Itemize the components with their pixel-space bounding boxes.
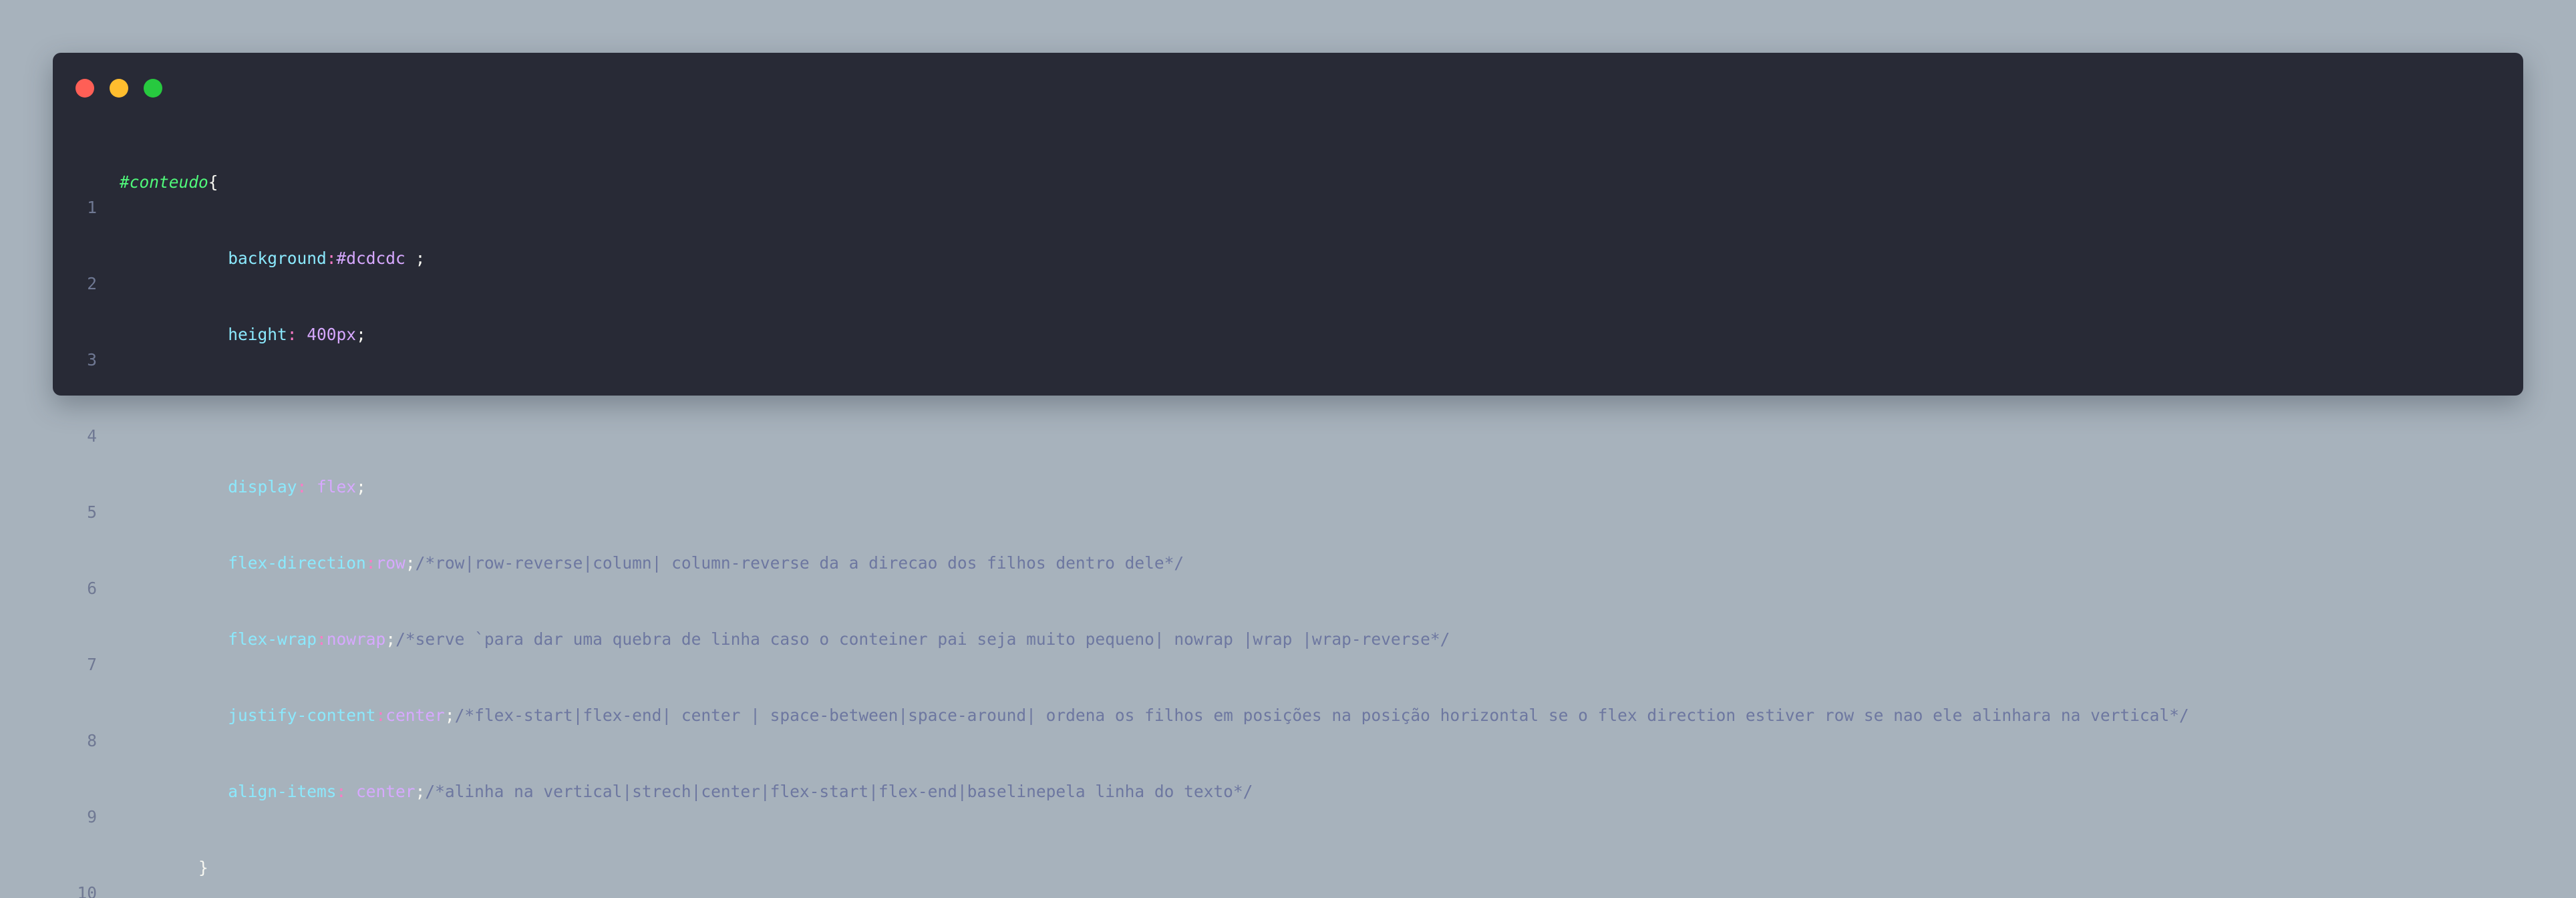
code-editor: 1 #conteudo{ 2 background:#dcdcdc ; 3 he… [53,119,2523,898]
close-brace: } [198,858,208,877]
css-value: 400px [297,325,357,344]
line-number: 5 [87,502,97,522]
colon: : [375,706,386,725]
code-comment: /*flex-start|flex-end| center | space-be… [454,706,2189,725]
code-comment: /*alinha na vertical|strech|center|flex-… [425,782,1253,801]
css-property: flex-wrap [228,629,317,649]
code-comment: /*row|row-reverse|column| column-reverse… [415,553,1184,573]
line-number: 7 [87,655,97,674]
line-number: 10 [77,883,97,898]
css-value: center [346,782,416,801]
line-number: 2 [87,274,97,293]
line-number: 9 [87,807,97,827]
css-value: row [375,553,406,573]
line-content: background:#dcdcdc ; [120,246,425,271]
css-selector: #conteudo [120,172,208,192]
line-number: 8 [87,731,97,750]
css-value: #dcdcdc [336,249,406,268]
line-content: flex-wrap:nowrap;/*serve `para dar uma q… [120,627,1450,652]
css-value: nowrap [326,629,386,649]
css-property: background [228,249,327,268]
code-line: 9 align-items: center;/*alinha na vertic… [53,779,2523,827]
minimize-window-icon[interactable] [110,79,128,98]
code-line: 6 flex-direction:row;/*row|row-reverse|c… [53,551,2523,598]
close-window-icon[interactable] [75,79,94,98]
code-window: 1 #conteudo{ 2 background:#dcdcdc ; 3 he… [53,53,2523,898]
semicolon: ; [415,782,426,801]
colon: : [297,477,307,496]
line-number: 3 [87,350,97,369]
css-property: justify-content [228,706,376,725]
css-property: display [228,477,297,496]
maximize-window-icon[interactable] [144,79,162,98]
code-line: 7 flex-wrap:nowrap;/*serve `para dar uma… [53,627,2523,674]
css-property: height [228,325,287,344]
line-content: height: 400px; [120,322,366,347]
colon: : [336,782,347,801]
semicolon: ; [444,706,455,725]
colon: : [365,553,376,573]
code-line: 2 background:#dcdcdc ; [53,246,2523,293]
colon: : [317,629,327,649]
css-property: flex-direction [228,553,366,573]
code-line: 10 } [53,855,2523,898]
line-content: justify-content:center;/*flex-start|flex… [120,703,2189,728]
semicolon: ; [356,477,366,496]
css-value: flex [307,477,357,496]
line-number: 1 [87,198,97,217]
semicolon: ; [356,325,366,344]
code-line: 4 [53,398,2523,446]
css-value: center [385,706,445,725]
line-number: 4 [87,426,97,446]
line-content: } [120,855,208,881]
code-line: 8 justify-content:center;/*flex-start|fl… [53,703,2523,750]
code-comment: /*serve `para dar uma quebra de linha ca… [395,629,1450,649]
line-number: 6 [87,579,97,598]
colon: : [287,325,297,344]
css-property: align-items [228,782,337,801]
code-line: 5 display: flex; [53,474,2523,522]
line-content: #conteudo{ [120,170,218,195]
line-content: flex-direction:row;/*row|row-reverse|col… [120,551,1184,576]
code-line: 3 height: 400px; [53,322,2523,369]
semicolon: ; [405,553,416,573]
semicolon: ; [405,249,426,268]
open-brace: { [208,172,218,192]
line-content: display: flex; [120,474,366,500]
code-line: 1 #conteudo{ [53,170,2523,217]
line-content: align-items: center;/*alinha na vertical… [120,779,1253,804]
colon: : [326,249,337,268]
semicolon: ; [385,629,396,649]
